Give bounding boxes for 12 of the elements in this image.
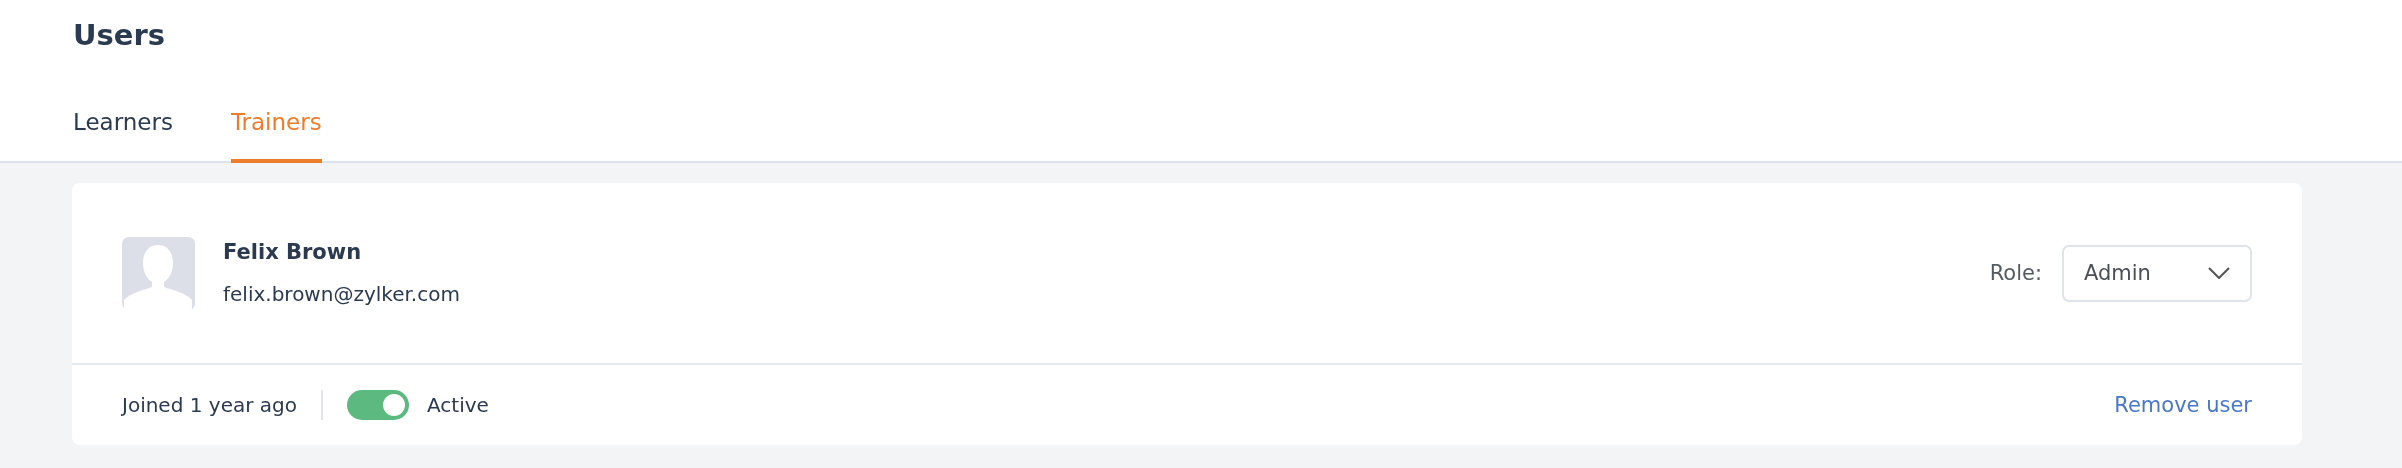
avatar-icon (122, 236, 195, 310)
joined-date: Joined 1 year ago (122, 393, 297, 417)
role-label: Role: (1989, 261, 2042, 285)
page-title: Users (73, 18, 166, 52)
remove-user-link[interactable]: Remove user (2114, 393, 2252, 417)
user-email: felix.brown@zylker.com (223, 282, 460, 306)
active-toggle[interactable] (347, 390, 409, 420)
user-name: Felix Brown (223, 240, 363, 264)
role-dropdown[interactable]: Admin (2062, 244, 2252, 302)
status-label: Active (427, 393, 489, 417)
caret-icon (2208, 267, 2230, 279)
tab[interactable]: Learners (73, 109, 173, 163)
